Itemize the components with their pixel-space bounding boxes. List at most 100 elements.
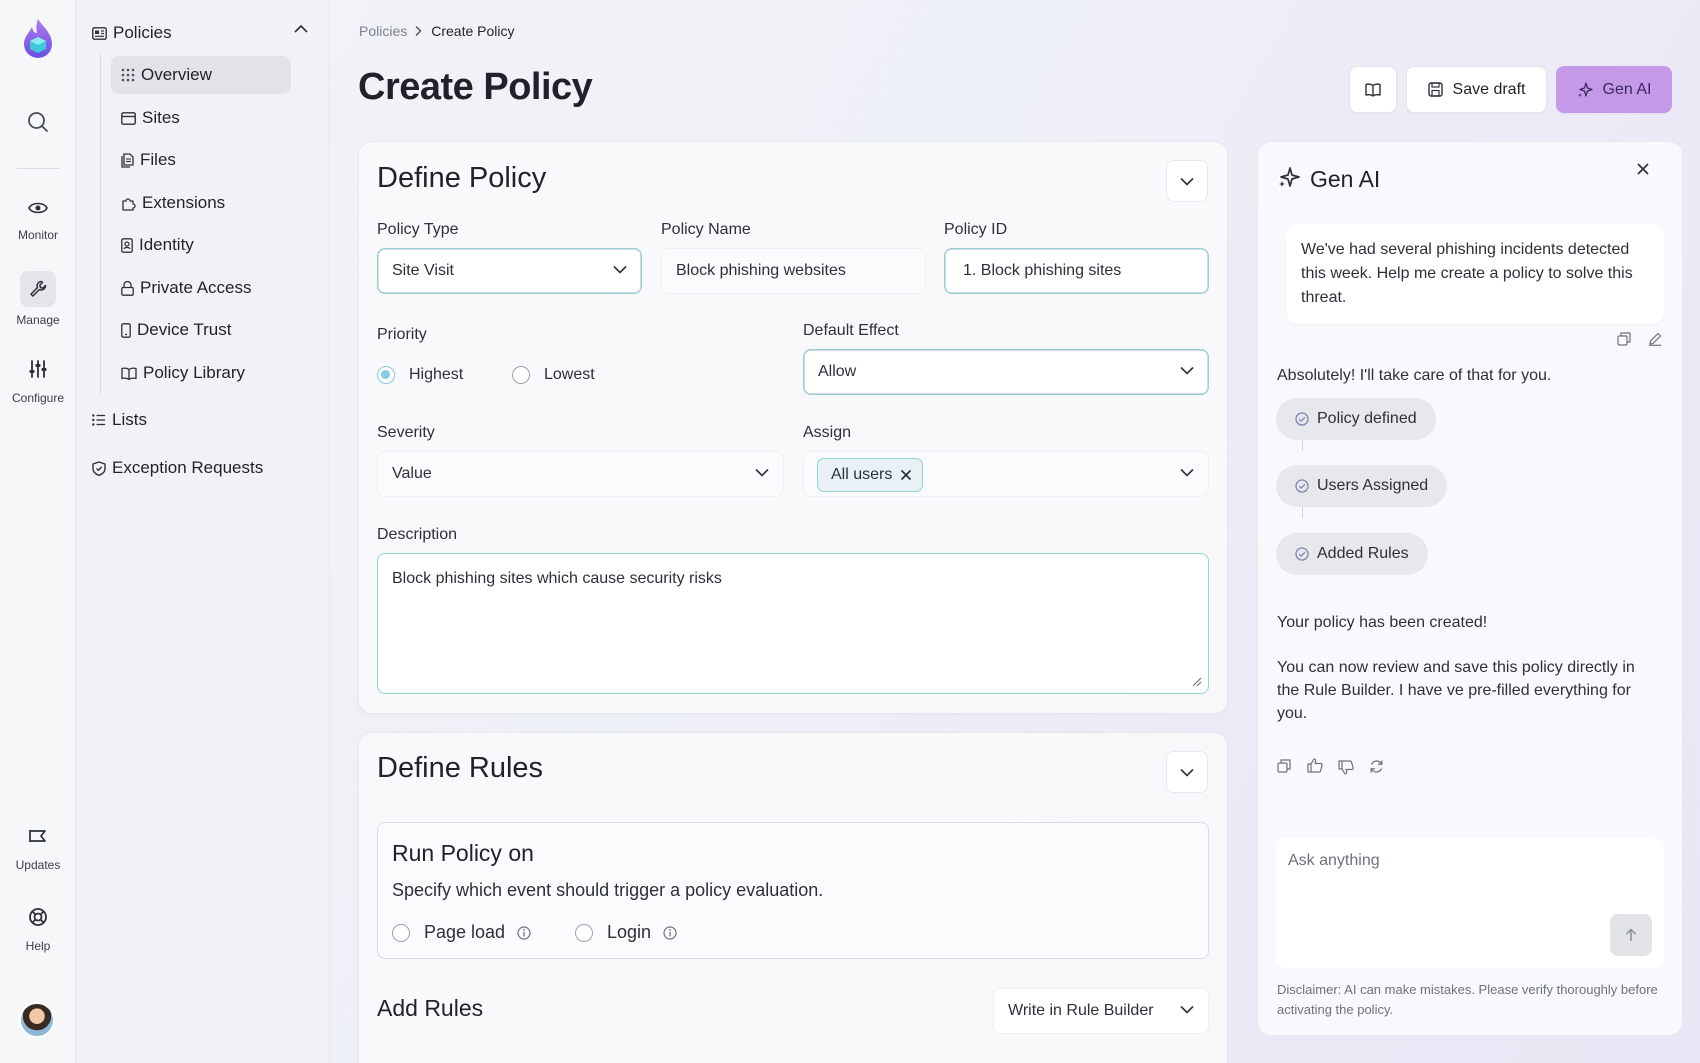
app-logo[interactable] xyxy=(0,19,76,58)
radio-unchecked-icon xyxy=(512,366,530,384)
user-avatar[interactable] xyxy=(19,1002,55,1038)
severity-select[interactable]: Value xyxy=(377,451,784,497)
gen-ai-panel: Gen AI We've had several phishing incide… xyxy=(1257,141,1683,1036)
nav-configure-label: Configure xyxy=(11,391,65,405)
copy-icon[interactable] xyxy=(1617,332,1631,346)
sidebar-item-label: Device Trust xyxy=(137,320,232,339)
ai-disclaimer: Disclaimer: AI can make mistakes. Please… xyxy=(1277,982,1658,1017)
description-textarea[interactable]: Block phishing sites which cause securit… xyxy=(377,553,1209,694)
policy-type-select[interactable]: Site Visit xyxy=(377,248,642,294)
lock-icon xyxy=(121,280,134,296)
assign-chip-all-users: All users xyxy=(817,458,924,492)
sidebar-item-sites[interactable]: Sites xyxy=(111,99,291,137)
nav-configure[interactable]: Configure xyxy=(0,351,76,405)
chevron-up-icon[interactable] xyxy=(294,24,308,33)
nav-monitor[interactable]: Monitor xyxy=(0,190,76,242)
priority-highest-radio[interactable]: Highest xyxy=(377,366,463,384)
step-label: Users Assigned xyxy=(1317,477,1429,494)
copy-icon[interactable] xyxy=(1277,759,1291,773)
sidebar-item-label: Extensions xyxy=(142,193,226,212)
sidebar-item-label: Policy Library xyxy=(143,363,246,382)
nav-help[interactable]: Help xyxy=(0,899,76,953)
nav-manage[interactable]: Manage xyxy=(0,271,76,327)
default-effect-value: Allow xyxy=(818,363,857,380)
step-label: Policy defined xyxy=(1317,410,1417,427)
sidebar-item-label: Exception Requests xyxy=(112,458,264,477)
policy-type-value: Site Visit xyxy=(392,262,454,279)
policy-name-input[interactable]: Block phishing websites xyxy=(661,248,926,294)
nav-updates-label: Updates xyxy=(15,858,61,872)
chevron-down-icon xyxy=(1180,177,1194,186)
login-radio[interactable]: Login xyxy=(575,922,677,943)
ask-anything-input[interactable]: Ask anything xyxy=(1276,838,1664,968)
sidebar-item-label: Identity xyxy=(139,235,194,254)
ask-placeholder: Ask anything xyxy=(1288,852,1380,869)
gen-ai-button[interactable]: Gen AI xyxy=(1556,66,1672,113)
close-icon[interactable] xyxy=(900,469,912,481)
file-icon xyxy=(121,152,134,168)
rule-builder-value: Write in Rule Builder xyxy=(1008,1002,1154,1019)
sidebar-item-files[interactable]: Files xyxy=(111,141,291,179)
nav-updates[interactable]: Updates xyxy=(0,818,76,872)
sidebar-item-lists[interactable]: Lists xyxy=(92,410,147,430)
puzzle-icon xyxy=(122,197,136,211)
nav-manage-label: Manage xyxy=(16,313,60,327)
priority-highest-label: Highest xyxy=(409,366,464,383)
policy-id-input[interactable]: 1. Block phishing sites xyxy=(944,248,1209,294)
close-icon[interactable] xyxy=(1636,162,1650,176)
chevron-down-icon xyxy=(755,468,769,477)
refresh-icon[interactable] xyxy=(1369,759,1384,774)
sidebar-item-device-trust[interactable]: Device Trust xyxy=(111,311,291,349)
page-title: Create Policy xyxy=(358,66,593,108)
docs-button[interactable] xyxy=(1349,66,1397,113)
resize-handle-icon[interactable] xyxy=(1190,675,1202,687)
breadcrumb-current: Create Policy xyxy=(431,23,515,39)
nav-monitor-label: Monitor xyxy=(17,228,58,242)
priority-label: Priority xyxy=(377,326,427,343)
step-added-rules: Added Rules xyxy=(1276,533,1428,575)
rule-builder-select[interactable]: Write in Rule Builder xyxy=(993,988,1209,1034)
define-rules-title: Define Rules xyxy=(377,752,544,784)
define-policy-title: Define Policy xyxy=(377,162,547,194)
policy-id-value: 1. Block phishing sites xyxy=(963,262,1122,279)
sidebar-section-policies[interactable]: Policies xyxy=(92,20,314,46)
list-icon xyxy=(92,414,105,426)
default-effect-select[interactable]: Allow xyxy=(803,349,1209,395)
book-icon xyxy=(121,367,137,380)
edit-icon[interactable] xyxy=(1648,332,1662,346)
sidebar-item-overview[interactable]: Overview xyxy=(111,56,291,94)
description-value: Block phishing sites which cause securit… xyxy=(392,570,722,587)
assign-chip-label: All users xyxy=(831,466,893,483)
info-icon[interactable] xyxy=(663,925,677,940)
page-load-radio[interactable]: Page load xyxy=(392,922,531,943)
book-open-icon xyxy=(1365,83,1381,97)
sidebar-item-exception-requests[interactable]: Exception Requests xyxy=(92,458,263,478)
priority-lowest-radio[interactable]: Lowest xyxy=(512,366,595,384)
thumbs-down-icon[interactable] xyxy=(1338,760,1354,775)
search-button[interactable] xyxy=(0,104,76,140)
id-badge-icon xyxy=(121,237,133,253)
sidebar-item-identity[interactable]: Identity xyxy=(111,226,291,264)
info-icon[interactable] xyxy=(517,925,531,940)
sidebar-item-private-access[interactable]: Private Access xyxy=(111,269,291,307)
define-rules-collapse-button[interactable] xyxy=(1166,751,1208,793)
icon-rail: Monitor Manage Configure Updates Help xyxy=(0,0,76,1063)
logo-icon xyxy=(20,19,56,58)
sidebar-item-extensions[interactable]: Extensions xyxy=(111,184,291,222)
send-button[interactable] xyxy=(1610,914,1652,956)
thumbs-up-icon[interactable] xyxy=(1307,758,1323,773)
ai-reply: Absolutely! I'll take care of that for y… xyxy=(1277,367,1552,384)
define-policy-collapse-button[interactable] xyxy=(1166,160,1208,202)
nav-help-label: Help xyxy=(25,939,51,953)
chevron-right-icon xyxy=(415,26,422,36)
sidebar-item-policy-library[interactable]: Policy Library xyxy=(111,354,291,392)
login-label: Login xyxy=(607,922,652,942)
severity-label: Severity xyxy=(377,424,435,441)
radio-unchecked-icon xyxy=(392,923,410,942)
policy-id-label: Policy ID xyxy=(944,221,1008,238)
severity-value: Value xyxy=(392,465,432,482)
sliders-icon xyxy=(20,351,56,387)
breadcrumb-parent[interactable]: Policies xyxy=(359,23,407,39)
save-draft-button[interactable]: Save draft xyxy=(1406,66,1547,113)
policy-name-label: Policy Name xyxy=(661,221,751,238)
